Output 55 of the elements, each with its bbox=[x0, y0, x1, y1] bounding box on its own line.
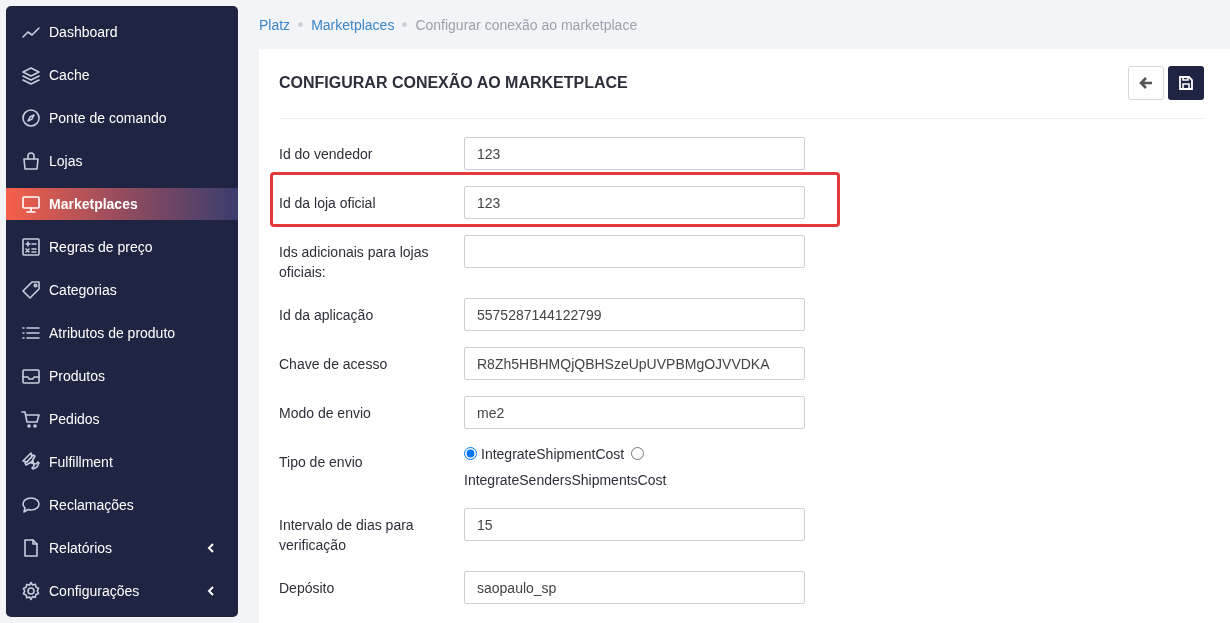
sidebar-item[interactable]: Atributos de produto bbox=[6, 316, 238, 349]
input-field[interactable]: saopaulo_sp bbox=[464, 571, 805, 604]
floppy-disk-icon bbox=[1179, 75, 1193, 90]
monitor-icon bbox=[21, 193, 41, 214]
sidebar-item[interactable]: Regras de preço bbox=[6, 230, 238, 263]
back-button[interactable] bbox=[1128, 65, 1164, 100]
arrow-left-icon bbox=[1139, 76, 1153, 89]
input-field[interactable]: 5575287144122799 bbox=[464, 298, 805, 331]
speech-bubble-icon bbox=[21, 494, 41, 515]
breadcrumb-link[interactable]: Marketplaces bbox=[311, 16, 395, 33]
sidebar-item[interactable]: Produtos bbox=[6, 359, 238, 392]
layers-icon bbox=[21, 64, 41, 85]
sidebar-item[interactable]: Dashboard bbox=[6, 15, 238, 48]
sidebar-item[interactable]: Categorias bbox=[6, 273, 238, 306]
breadcrumb-link[interactable]: Platz bbox=[259, 16, 291, 33]
shopping-bag-icon bbox=[21, 150, 41, 171]
field-label: Modo de envio bbox=[279, 404, 372, 423]
input-field[interactable] bbox=[464, 235, 805, 268]
radio-button[interactable] bbox=[631, 447, 645, 460]
field-label: Chave de acesso bbox=[279, 355, 389, 374]
input-field[interactable]: R8Zh5HBHMQjQBHSzeUpUVPBMgOJVVDKA bbox=[464, 347, 805, 380]
tag-icon bbox=[21, 279, 41, 300]
field-label: Depósito bbox=[279, 579, 336, 598]
sidebar-item[interactable]: Reclamações bbox=[6, 488, 238, 521]
sidebar-item[interactable]: Fulfillment bbox=[6, 445, 238, 478]
input-field[interactable]: 15 bbox=[464, 508, 805, 541]
radio-button[interactable] bbox=[464, 447, 477, 460]
gear-icon bbox=[21, 580, 41, 601]
save-button[interactable] bbox=[1168, 65, 1204, 100]
card-title: CONFIGURAR CONEXÃO AO MARKETPLACE bbox=[279, 73, 628, 93]
field-label: Ids adicionais para lojas oficiais: bbox=[279, 243, 430, 282]
cart-icon bbox=[21, 408, 41, 429]
breadcrumb-current: Configurar conexão ao marketplace bbox=[415, 16, 638, 33]
field-label: Id da loja oficial bbox=[279, 194, 377, 213]
field-label: Intervalo de dias para verificação bbox=[279, 516, 415, 555]
compass-icon bbox=[21, 107, 41, 128]
field-label: Tipo de envio bbox=[279, 453, 364, 472]
sidebar-item[interactable]: Lojas bbox=[6, 144, 238, 177]
field-label: Id da aplicação bbox=[279, 306, 375, 325]
field-label: Id do vendedor bbox=[279, 145, 374, 164]
sidebar-item[interactable]: Relatórios bbox=[6, 531, 238, 564]
document-icon bbox=[21, 537, 41, 558]
input-field[interactable]: 123 bbox=[464, 137, 805, 170]
sidebar-item[interactable]: Cache bbox=[6, 58, 238, 91]
sidebar-item[interactable]: Marketplaces bbox=[6, 187, 238, 220]
sidebar-item[interactable]: Pedidos bbox=[6, 402, 238, 435]
sidebar-item[interactable]: Ponte de comando bbox=[6, 101, 238, 134]
radio-label: IntegrateShipmentCost bbox=[481, 446, 625, 462]
chevron-left-icon bbox=[207, 542, 215, 553]
sidebar-item[interactable]: Configurações bbox=[6, 574, 238, 607]
chevron-left-icon bbox=[207, 585, 215, 596]
input-field[interactable]: me2 bbox=[464, 396, 805, 429]
input-field[interactable]: 123 bbox=[464, 186, 805, 219]
radio-label: IntegrateSendersShipmentsCost bbox=[464, 472, 667, 488]
calculator-icon bbox=[21, 236, 41, 257]
